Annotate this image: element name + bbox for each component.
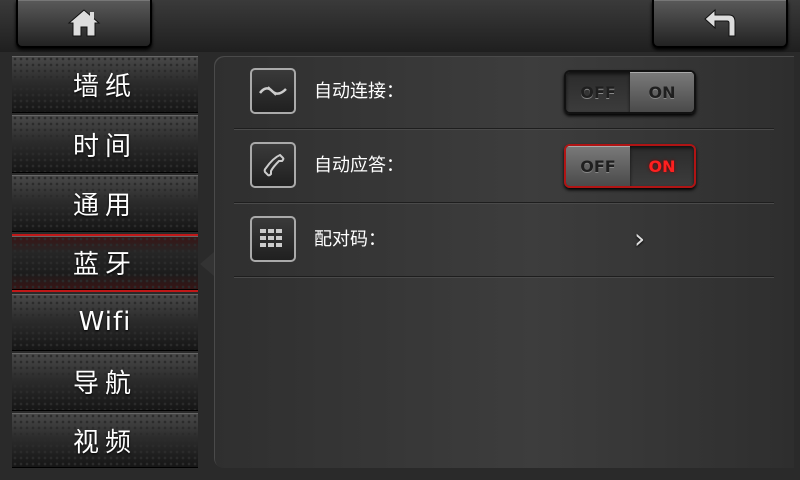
sidebar-item-label: 时间 [72,131,137,162]
home-icon [67,9,101,37]
pair-code-row[interactable]: 配对码： › [234,204,774,277]
sidebar-item-time[interactable]: 时间 [12,115,198,173]
auto-connect-toggle[interactable]: OFF ON [564,70,696,114]
settings-sidebar: 墙纸 时间 通用 蓝牙 Wifi 导航 视频 [12,56,198,468]
toggle-on-label: ON [630,72,694,112]
phone-icon [250,142,296,188]
auto-answer-toggle[interactable]: OFF ON [564,144,696,188]
sidebar-item-general[interactable]: 通用 [12,174,198,233]
sidebar-item-label: 视频 [72,427,137,458]
sidebar-item-label: Wifi [78,307,132,338]
back-button[interactable] [652,0,788,48]
toggle-off-label: OFF [566,72,630,112]
bluetooth-settings-panel: 自动连接： OFF ON 自动应答： OFF ON 配对码： › [214,56,794,468]
sidebar-item-navigation[interactable]: 导航 [12,353,198,411]
sidebar-item-bluetooth[interactable]: 蓝牙 [12,234,198,292]
auto-answer-label: 自动应答： [314,155,404,176]
pair-code-label: 配对码： [314,229,386,250]
sidebar-item-label: 通用 [72,191,137,222]
sidebar-item-video[interactable]: 视频 [12,412,198,468]
home-button[interactable] [16,0,152,48]
active-pointer [200,252,214,276]
sidebar-item-label: 墙纸 [72,72,137,103]
toggle-off-label: OFF [566,146,630,186]
auto-connect-row: 自动连接： OFF ON [234,56,774,129]
toggle-on-label: ON [630,146,694,186]
auto-connect-label: 自动连接： [314,81,404,102]
chevron-right-icon[interactable]: › [634,222,645,255]
sidebar-item-label: 导航 [72,369,137,400]
sidebar-item-wallpaper[interactable]: 墙纸 [12,56,198,114]
sidebar-item-wifi[interactable]: Wifi [12,293,198,352]
connect-icon [250,68,296,114]
top-bar [0,0,800,52]
auto-answer-row: 自动应答： OFF ON [234,130,774,203]
keypad-icon [250,216,296,262]
back-arrow-icon [704,8,736,37]
sidebar-item-label: 蓝牙 [72,250,137,281]
